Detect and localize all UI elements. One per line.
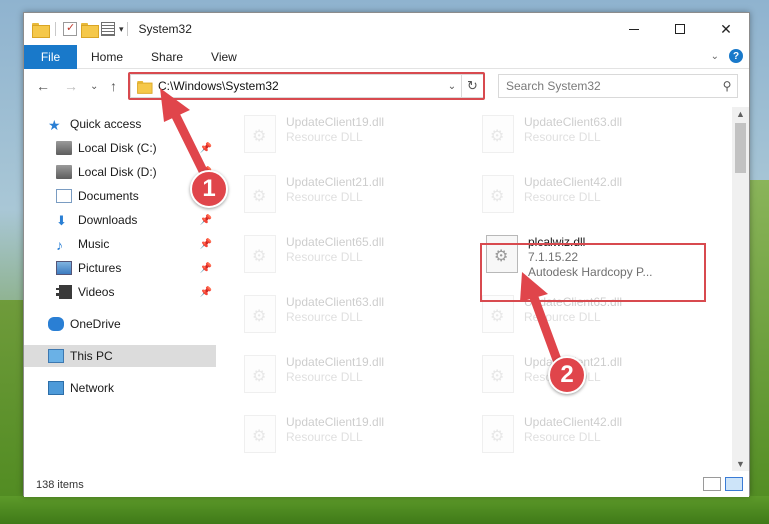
arrow-to-file bbox=[527, 287, 565, 373]
arrow-to-address-bar bbox=[167, 103, 210, 180]
arrow-head-file bbox=[520, 272, 548, 302]
annotation-arrows bbox=[160, 88, 565, 373]
step-badge-2: 2 bbox=[548, 356, 586, 394]
step-badge-1: 1 bbox=[190, 170, 228, 208]
arrow-head-address bbox=[160, 88, 190, 122]
